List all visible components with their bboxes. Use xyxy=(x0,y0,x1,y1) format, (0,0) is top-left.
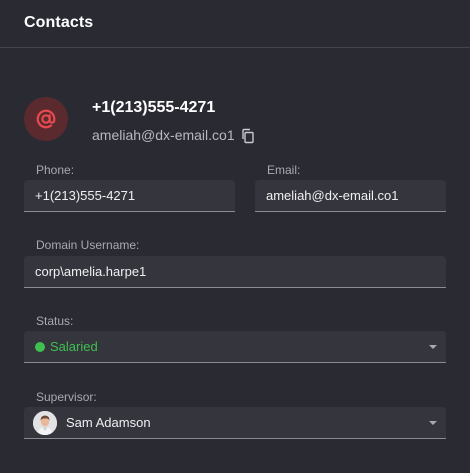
phone-label: Phone: xyxy=(36,163,75,177)
chevron-down-icon[interactable] xyxy=(429,421,437,425)
email-field[interactable]: ameliah@dx-email.co1 xyxy=(255,180,446,212)
supervisor-value: Sam Adamson xyxy=(66,415,151,430)
phone-value: +1(213)555-4271 xyxy=(35,188,136,203)
status-label: Status: xyxy=(36,314,74,328)
email-label: Email: xyxy=(267,163,301,177)
domain-username-field[interactable]: corp\amelia.harpe1 xyxy=(24,256,446,288)
phone-field[interactable]: +1(213)555-4271 xyxy=(24,180,235,212)
status-select[interactable]: Salaried xyxy=(24,331,446,363)
supervisor-label: Supervisor: xyxy=(36,390,97,404)
domain-username-label: Domain Username: xyxy=(36,238,140,252)
page-title: Contacts xyxy=(24,14,94,31)
email-value: ameliah@dx-email.co1 xyxy=(266,188,399,203)
avatar xyxy=(33,410,57,435)
contacts-panel: Contacts +1(213)555-4271 ameliah@dx-emai… xyxy=(0,0,470,473)
panel-header: Contacts xyxy=(0,0,470,48)
primary-phone: +1(213)555-4271 xyxy=(92,99,216,116)
primary-email: ameliah@dx-email.co1 xyxy=(92,127,235,143)
supervisor-select[interactable]: Sam Adamson xyxy=(24,407,446,439)
at-icon xyxy=(36,109,56,129)
status-indicator-icon xyxy=(35,341,45,352)
copy-icon[interactable] xyxy=(240,128,256,144)
chevron-down-icon[interactable] xyxy=(429,345,437,349)
domain-username-value: corp\amelia.harpe1 xyxy=(35,264,147,279)
status-value: Salaried xyxy=(50,339,98,354)
contact-avatar xyxy=(24,97,68,141)
